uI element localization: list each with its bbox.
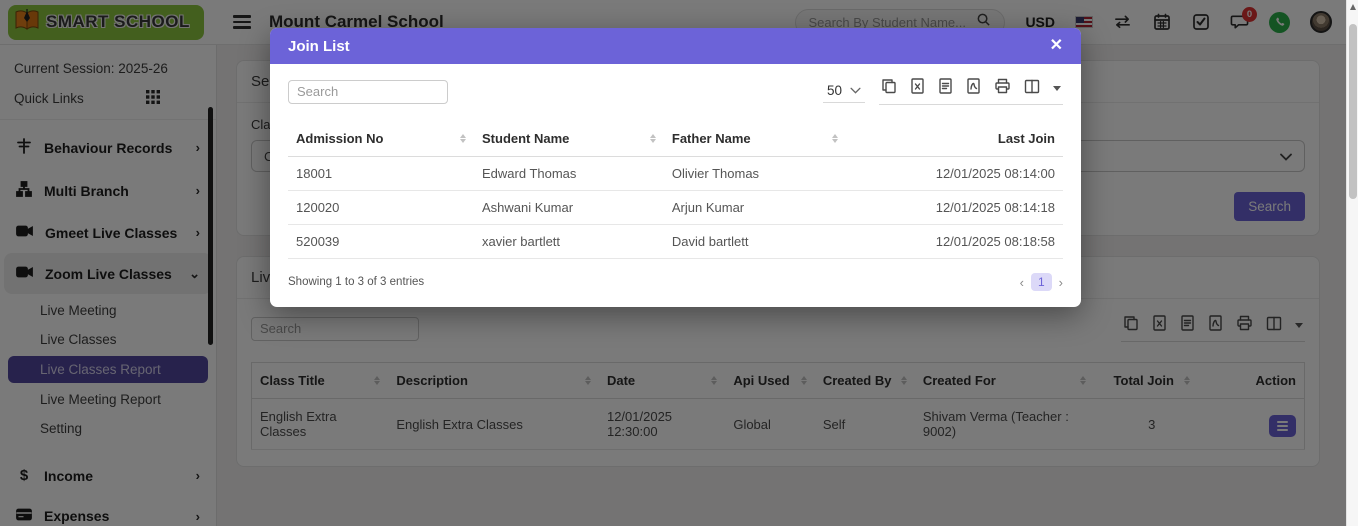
pagination-prev[interactable]: ‹ <box>1020 275 1024 290</box>
sort-icon <box>642 134 656 143</box>
scroll-up-arrow-icon[interactable] <box>1349 4 1356 10</box>
cell-father-name: Olivier Thomas <box>663 156 846 191</box>
modal-export-toolbar <box>879 78 1063 105</box>
cell-last-join: 12/01/2025 08:14:18 <box>846 190 1063 225</box>
cell-admission-no: 520039 <box>288 224 474 259</box>
caret-down-icon[interactable] <box>1053 86 1061 91</box>
pdf-export-icon[interactable] <box>966 78 981 99</box>
col-father-name[interactable]: Father Name <box>663 121 846 157</box>
close-icon[interactable]: ✕ <box>1050 38 1063 54</box>
modal-search-input[interactable] <box>288 79 448 104</box>
sort-icon <box>452 134 466 143</box>
cell-last-join: 12/01/2025 08:18:58 <box>846 224 1063 259</box>
cell-admission-no: 18001 <box>288 156 474 191</box>
excel-export-icon[interactable] <box>910 78 925 99</box>
join-list-row: 520039 xavier bartlett David bartlett 12… <box>288 224 1063 259</box>
modal-title: Join List <box>288 37 350 55</box>
pagination-page-1[interactable]: 1 <box>1030 273 1052 291</box>
cell-last-join: 12/01/2025 08:14:00 <box>846 156 1063 191</box>
print-icon[interactable] <box>994 78 1011 99</box>
cell-father-name: Arjun Kumar <box>663 190 846 225</box>
col-student-name[interactable]: Student Name <box>474 121 664 157</box>
join-list-row: 18001 Edward Thomas Olivier Thomas 12/01… <box>288 156 1063 191</box>
join-list-header-row: Admission No Student Name Father Name La… <box>288 121 1063 157</box>
join-list-table: Admission No Student Name Father Name La… <box>288 121 1063 259</box>
csv-export-icon[interactable] <box>938 78 953 99</box>
cell-admission-no: 120020 <box>288 190 474 225</box>
pagination: ‹ 1 › <box>1020 273 1063 291</box>
cell-student-name: Edward Thomas <box>474 156 664 191</box>
page-length-select[interactable]: 50 <box>822 81 865 103</box>
page-length-value: 50 <box>826 82 842 98</box>
sort-icon <box>824 134 838 143</box>
join-list-row: 120020 Ashwani Kumar Arjun Kumar 12/01/2… <box>288 190 1063 225</box>
col-last-join[interactable]: Last Join <box>846 121 1063 157</box>
scrollbar-thumb[interactable] <box>1349 24 1357 199</box>
page-scrollbar[interactable] <box>1346 0 1358 526</box>
entries-info: Showing 1 to 3 of 3 entries <box>288 276 425 288</box>
column-visibility-icon[interactable] <box>1024 79 1040 99</box>
join-list-modal: Join List ✕ 50 <box>270 28 1081 307</box>
cell-student-name: Ashwani Kumar <box>474 190 664 225</box>
modal-header: Join List ✕ <box>270 28 1081 64</box>
cell-student-name: xavier bartlett <box>474 224 664 259</box>
cell-father-name: David bartlett <box>663 224 846 259</box>
pagination-next[interactable]: › <box>1059 275 1063 290</box>
col-admission-no[interactable]: Admission No <box>288 121 474 157</box>
copy-icon[interactable] <box>881 78 897 99</box>
